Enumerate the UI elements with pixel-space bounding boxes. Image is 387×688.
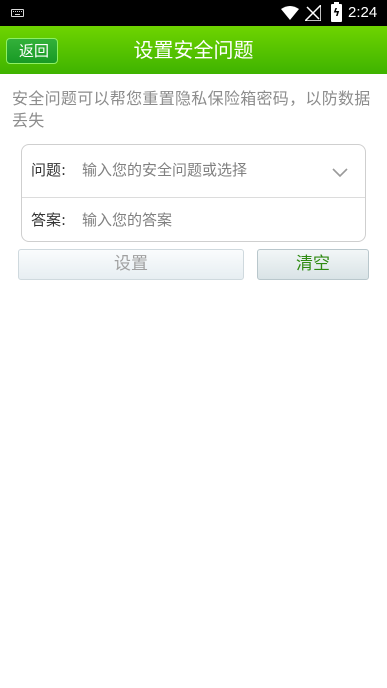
answer-row: 答案:: [22, 196, 365, 244]
page-title: 设置安全问题: [133, 38, 254, 62]
battery-charging-icon: ϟ: [331, 2, 342, 22]
question-row: 问题:: [22, 146, 365, 194]
answer-input[interactable]: [82, 208, 322, 232]
description-text: 安全问题可以帮您重置隐私保险箱密码，以防数据丢失: [12, 89, 371, 130]
chevron-down-icon[interactable]: [332, 163, 348, 182]
status-bar: ϟ 2:24: [0, 0, 387, 26]
security-question-form: 问题: 答案:: [21, 144, 366, 242]
wifi-icon: [281, 5, 299, 24]
status-time: 2:24: [348, 4, 378, 21]
back-button[interactable]: 返回: [6, 38, 58, 64]
clear-button[interactable]: 清空: [257, 249, 369, 280]
question-label: 问题:: [31, 161, 67, 179]
title-bar: 设置安全问题 返回: [0, 26, 387, 74]
question-input[interactable]: [82, 158, 322, 182]
answer-label: 答案:: [31, 211, 67, 229]
set-button[interactable]: 设置: [18, 249, 244, 280]
signal-icon: [303, 3, 322, 25]
keyboard-icon: [11, 9, 24, 17]
back-button-label: 返回: [19, 42, 50, 60]
